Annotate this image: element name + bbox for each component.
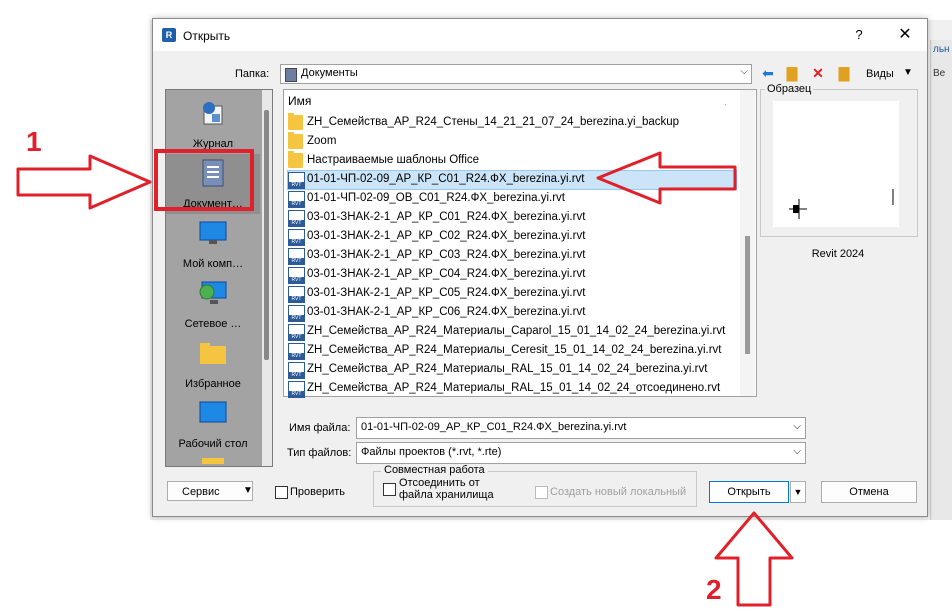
arrow-up-icon [714,511,794,607]
annotation-arrows [16,151,794,607]
arrow-left-icon [596,151,737,205]
arrow-right-icon [16,154,152,210]
